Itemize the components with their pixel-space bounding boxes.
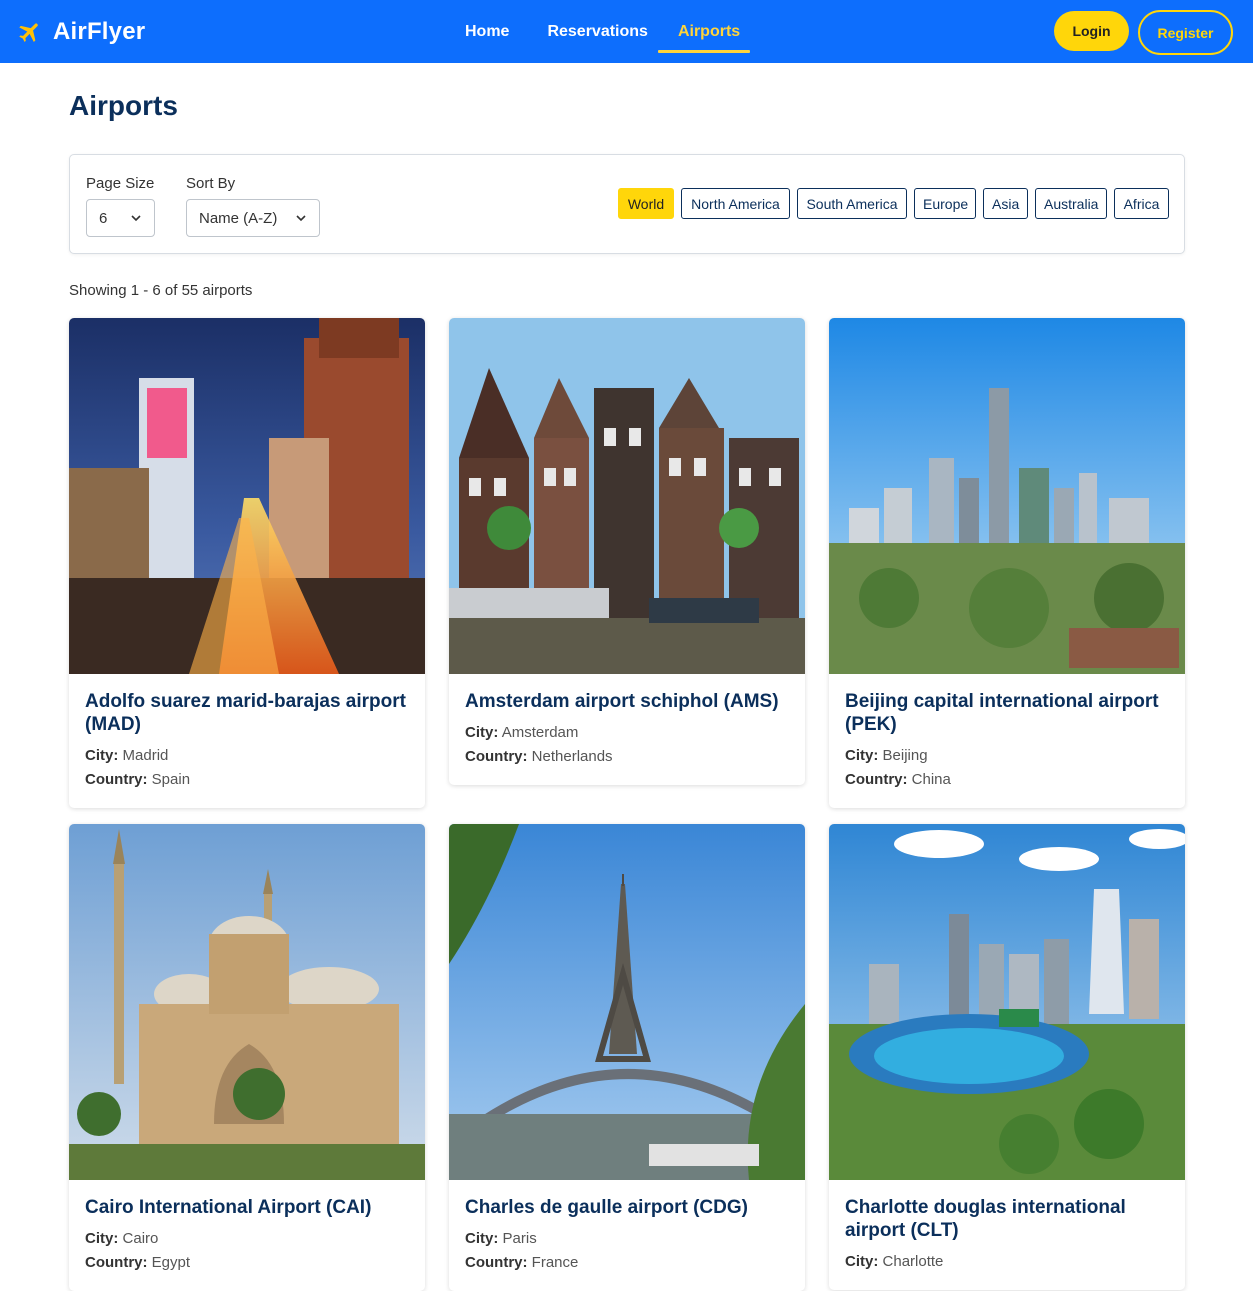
city-value: Madrid: [122, 747, 169, 764]
airport-card[interactable]: Charles de gaulle airport (CDG) City: Pa…: [449, 824, 805, 1291]
nav-links: Home Reservations Airports: [465, 0, 776, 63]
country-value: Spain: [151, 771, 191, 788]
brand-name: AirFlyer: [53, 18, 146, 45]
airport-city: City: Cairo: [85, 1227, 409, 1251]
sort-by-select[interactable]: Name (A-Z): [186, 199, 320, 237]
nav-link-reservations[interactable]: Reservations: [547, 0, 648, 63]
airport-city: City: Paris: [465, 1227, 789, 1251]
airport-image: [449, 318, 805, 674]
nav-link-airports[interactable]: Airports: [678, 0, 740, 63]
country-value: France: [531, 1254, 579, 1271]
page-title: Airports: [69, 90, 178, 121]
register-button[interactable]: Register: [1138, 10, 1233, 55]
airport-image: [69, 318, 425, 674]
brand[interactable]: AirFlyer: [17, 18, 145, 46]
country-label: Country:: [85, 771, 148, 788]
airport-country: Country: Netherlands: [465, 745, 789, 769]
region-button-australia[interactable]: Australia: [1035, 188, 1107, 219]
airport-card[interactable]: Charlotte douglas international airport …: [829, 824, 1185, 1290]
nav-link-home[interactable]: Home: [465, 0, 509, 63]
filter-panel: Page Size 6 Sort By Name (A-Z) World Nor…: [69, 154, 1185, 254]
page-size-select[interactable]: 6: [86, 199, 155, 237]
region-button-world[interactable]: World: [618, 188, 674, 219]
login-button[interactable]: Login: [1054, 11, 1129, 51]
city-value: Cairo: [122, 1230, 159, 1247]
city-value: Amsterdam: [501, 724, 579, 741]
airport-name: Adolfo suarez marid-barajas airport (MAD…: [85, 691, 406, 735]
airport-country: Country: Egypt: [85, 1251, 409, 1275]
chevron-down-icon: [296, 215, 306, 222]
navbar: AirFlyer Home Reservations Airports Logi…: [0, 0, 1253, 63]
country-label: Country:: [465, 748, 528, 765]
country-value: Netherlands: [531, 748, 613, 765]
city-value: Charlotte: [882, 1253, 944, 1270]
airport-name: Charles de gaulle airport (CDG): [465, 1197, 748, 1218]
airport-country: Country: Spain: [85, 768, 409, 792]
country-value: China: [911, 771, 951, 788]
region-button-south-america[interactable]: South America: [797, 188, 907, 219]
sort-by-value: Name (A-Z): [199, 209, 278, 227]
active-nav-indicator: [658, 50, 750, 53]
city-label: City:: [85, 1230, 119, 1247]
region-button-europe[interactable]: Europe: [914, 188, 976, 219]
airport-country: Country: China: [845, 768, 1169, 792]
airport-city: City: Beijing: [845, 744, 1169, 768]
chevron-down-icon: [131, 215, 141, 222]
airport-name: Charlotte douglas international airport …: [845, 1197, 1126, 1241]
airport-city: City: Charlotte: [845, 1250, 1169, 1274]
country-label: Country:: [465, 1254, 528, 1271]
city-label: City:: [465, 1230, 499, 1247]
airport-city: City: Madrid: [85, 744, 409, 768]
airport-card[interactable]: Beijing capital international airport (P…: [829, 318, 1185, 808]
airport-name: Amsterdam airport schiphol (AMS): [465, 691, 779, 712]
airport-card[interactable]: Amsterdam airport schiphol (AMS) City: A…: [449, 318, 805, 785]
city-label: City:: [85, 747, 119, 764]
airport-name: Beijing capital international airport (P…: [845, 691, 1159, 735]
airport-country: Country: France: [465, 1251, 789, 1275]
city-label: City:: [845, 747, 879, 764]
airplane-icon: [17, 19, 43, 45]
region-button-africa[interactable]: Africa: [1114, 188, 1169, 219]
airport-city: City: Amsterdam: [465, 721, 789, 745]
airport-image: [829, 318, 1185, 674]
airport-name: Cairo International Airport (CAI): [85, 1197, 372, 1218]
country-label: Country:: [85, 1254, 148, 1271]
city-value: Paris: [502, 1230, 537, 1247]
city-value: Beijing: [882, 747, 928, 764]
region-button-north-america[interactable]: North America: [681, 188, 790, 219]
region-button-asia[interactable]: Asia: [983, 188, 1028, 219]
airport-image: [449, 824, 805, 1180]
sort-by-label: Sort By: [186, 175, 236, 192]
airport-card[interactable]: Cairo International Airport (CAI) City: …: [69, 824, 425, 1291]
airport-card[interactable]: Adolfo suarez marid-barajas airport (MAD…: [69, 318, 425, 808]
country-value: Egypt: [151, 1254, 191, 1271]
country-label: Country:: [845, 771, 908, 788]
city-label: City:: [845, 1253, 879, 1270]
page-size-label: Page Size: [86, 175, 155, 192]
airport-image: [69, 824, 425, 1180]
city-label: City:: [465, 724, 499, 741]
airport-image: [829, 824, 1185, 1180]
results-count: Showing 1 - 6 of 55 airports: [69, 282, 253, 299]
page-size-value: 6: [99, 209, 108, 227]
